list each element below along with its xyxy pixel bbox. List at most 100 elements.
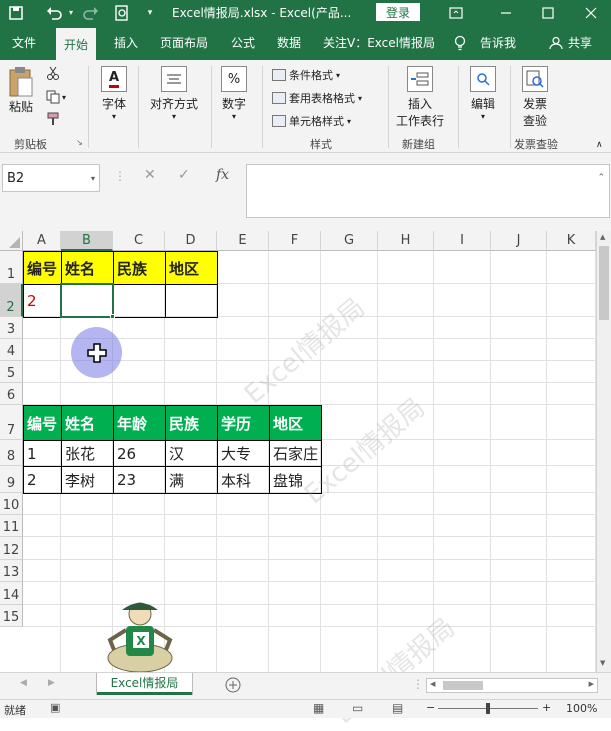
table1-data-cell[interactable] <box>165 284 218 318</box>
collapse-ribbon-icon[interactable]: ∧ <box>596 140 603 150</box>
column-header-j[interactable]: J <box>491 231 547 251</box>
zoom-out-icon[interactable]: − <box>426 701 435 714</box>
column-header-i[interactable]: I <box>434 231 491 251</box>
table2-data-cell[interactable]: 石家庄 <box>269 440 322 467</box>
table2-data-cell[interactable]: 满 <box>165 466 218 494</box>
scroll-right-icon[interactable]: ▶ <box>589 680 594 688</box>
table-format-button[interactable]: 套用表格格式 ▾ <box>272 90 362 106</box>
qat-dropdown-icon[interactable]: ▾ <box>144 0 156 25</box>
column-header-f[interactable]: F <box>269 231 321 251</box>
row-header-5[interactable]: 5 <box>0 361 23 383</box>
table1-header-cell[interactable]: 地区 <box>165 251 218 285</box>
tab-insert[interactable]: 插入 <box>114 25 138 60</box>
macro-record-icon[interactable]: ▣ <box>50 701 60 714</box>
table2-data-cell[interactable]: 大专 <box>217 440 270 467</box>
ribbon-display-icon[interactable] <box>446 0 466 25</box>
share-button[interactable]: 共享 <box>568 25 592 60</box>
column-header-e[interactable]: E <box>217 231 269 251</box>
table2-data-cell[interactable]: 张花 <box>61 440 114 467</box>
enter-check-icon[interactable]: ✓ <box>178 167 190 183</box>
number-button[interactable]: % 数字 ▾ <box>221 66 247 121</box>
zoom-in-icon[interactable]: + <box>542 701 551 714</box>
row-header-6[interactable]: 6 <box>0 383 23 405</box>
row-header-11[interactable]: 11 <box>0 515 23 537</box>
horizontal-scroll-thumb[interactable] <box>443 681 483 690</box>
tab-home[interactable]: 开始 <box>56 25 97 60</box>
sheet-next-icon[interactable]: ▶ <box>48 678 55 688</box>
row-header-4[interactable]: 4 <box>0 339 23 361</box>
row-header-10[interactable]: 10 <box>0 493 23 515</box>
edit-button[interactable]: 编辑 ▾ <box>470 66 496 121</box>
table1-data-cell[interactable]: 2 <box>23 284 62 318</box>
invoice-check-button[interactable]: 发票 查验 <box>522 66 548 129</box>
undo-icon[interactable] <box>42 0 66 25</box>
column-header-c[interactable]: C <box>113 231 165 251</box>
table2-data-cell[interactable]: 汉 <box>165 440 218 467</box>
tab-data[interactable]: 数据 <box>277 25 301 60</box>
select-all-corner[interactable] <box>0 231 23 251</box>
row-header-3[interactable]: 3 <box>0 317 23 339</box>
table2-header-cell[interactable]: 学历 <box>217 405 270 441</box>
table2-header-cell[interactable]: 编号 <box>23 405 62 441</box>
minimize-icon[interactable] <box>496 0 516 25</box>
table2-header-cell[interactable]: 年龄 <box>113 405 166 441</box>
formula-collapse-icon[interactable]: ⌃ <box>597 173 605 183</box>
sheet-prev-icon[interactable]: ◀ <box>20 678 27 688</box>
worksheet-grid[interactable]: A B C D E F G H I J K 1 2 3 4 5 6 7 8 9 10 11 12 13 14 15 编号 姓名 民族 地区… <box>0 231 596 730</box>
row-header-14[interactable]: 14 <box>0 582 23 605</box>
tell-me-lightbulb-icon[interactable] <box>454 25 466 60</box>
login-button[interactable]: 登录 <box>376 3 420 21</box>
column-header-d[interactable]: D <box>165 231 217 251</box>
close-icon[interactable] <box>580 0 602 25</box>
zoom-slider-thumb[interactable] <box>486 703 490 714</box>
table2-header-cell[interactable]: 民族 <box>165 405 218 441</box>
name-box[interactable]: B2 ▾ <box>2 164 100 192</box>
redo-icon[interactable] <box>80 0 102 25</box>
vertical-scrollbar[interactable]: ▲ ▼ <box>596 231 611 672</box>
font-button[interactable]: A 字体 ▾ <box>101 66 127 121</box>
format-painter-icon[interactable] <box>46 112 60 126</box>
zoom-level[interactable]: 100% <box>566 702 597 715</box>
page-break-view-icon[interactable]: ▤ <box>392 701 403 715</box>
formula-input[interactable]: ⌃ <box>246 164 610 218</box>
table2-data-cell[interactable]: 盘锦 <box>269 466 322 494</box>
plus-circle-icon[interactable] <box>225 677 241 696</box>
cancel-icon[interactable]: ✕ <box>144 167 156 183</box>
row-header-13[interactable]: 13 <box>0 560 23 582</box>
maximize-icon[interactable] <box>538 0 558 25</box>
column-header-b[interactable]: B <box>61 231 113 251</box>
scroll-down-icon[interactable]: ▼ <box>600 659 605 667</box>
table1-header-cell[interactable]: 民族 <box>113 251 166 285</box>
scroll-left-icon[interactable]: ◀ <box>430 680 435 688</box>
cut-icon[interactable] <box>46 66 60 80</box>
name-box-dropdown-icon[interactable]: ▾ <box>91 174 95 183</box>
table2-data-cell[interactable]: 1 <box>23 440 62 467</box>
column-header-h[interactable]: H <box>378 231 434 251</box>
conditional-format-button[interactable]: 条件格式 ▾ <box>272 67 340 83</box>
table2-data-cell[interactable]: 26 <box>113 440 166 467</box>
share-user-icon[interactable] <box>549 25 563 60</box>
row-header-15[interactable]: 15 <box>0 605 23 627</box>
vertical-scroll-thumb[interactable] <box>599 246 609 320</box>
tell-me-box[interactable]: 告诉我 <box>480 25 516 60</box>
tab-file[interactable]: 文件 <box>12 25 36 60</box>
column-header-a[interactable]: A <box>23 231 61 251</box>
fill-handle[interactable] <box>110 314 115 319</box>
paste-button[interactable]: 粘贴 <box>8 66 34 115</box>
print-preview-icon[interactable] <box>112 0 132 25</box>
page-layout-view-icon[interactable]: ▭ <box>352 701 363 715</box>
row-header-1[interactable]: 1 <box>0 251 23 284</box>
tab-follow[interactable]: 关注V：Excel情报局 <box>323 25 435 60</box>
table2-data-cell[interactable]: 2 <box>23 466 62 494</box>
clipboard-launcher-icon[interactable]: ↘ <box>76 138 83 147</box>
row-header-7[interactable]: 7 <box>0 405 23 440</box>
row-header-12[interactable]: 12 <box>0 537 23 560</box>
copy-icon[interactable]: ▾ <box>46 90 66 104</box>
table2-data-cell[interactable]: 23 <box>113 466 166 494</box>
insert-function-icon[interactable]: fx <box>216 167 229 183</box>
row-header-8[interactable]: 8 <box>0 440 23 466</box>
table1-header-cell[interactable]: 编号 <box>23 251 62 285</box>
tab-formulas[interactable]: 公式 <box>231 25 255 60</box>
tab-page-layout[interactable]: 页面布局 <box>160 25 208 60</box>
table2-header-cell[interactable]: 姓名 <box>61 405 114 441</box>
